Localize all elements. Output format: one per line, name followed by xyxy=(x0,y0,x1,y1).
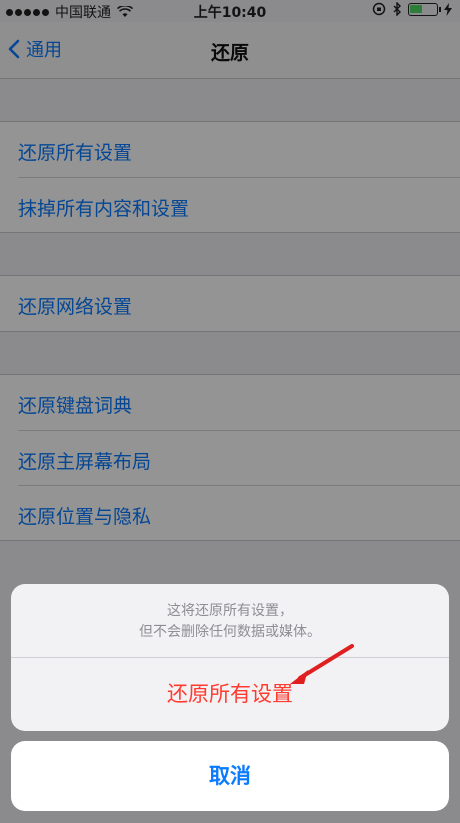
message-line-2: 但不会删除任何数据或媒体。 xyxy=(139,624,321,640)
cancel-button[interactable]: 取消 xyxy=(11,741,449,811)
action-sheet: 这将还原所有设置， 但不会删除任何数据或媒体。 还原所有设置 xyxy=(11,584,449,731)
action-sheet-message: 这将还原所有设置， 但不会删除任何数据或媒体。 xyxy=(11,584,449,658)
message-line-1: 这将还原所有设置， xyxy=(167,603,293,619)
confirm-reset-button[interactable]: 还原所有设置 xyxy=(11,658,449,731)
annotation-arrow-icon xyxy=(290,644,354,684)
